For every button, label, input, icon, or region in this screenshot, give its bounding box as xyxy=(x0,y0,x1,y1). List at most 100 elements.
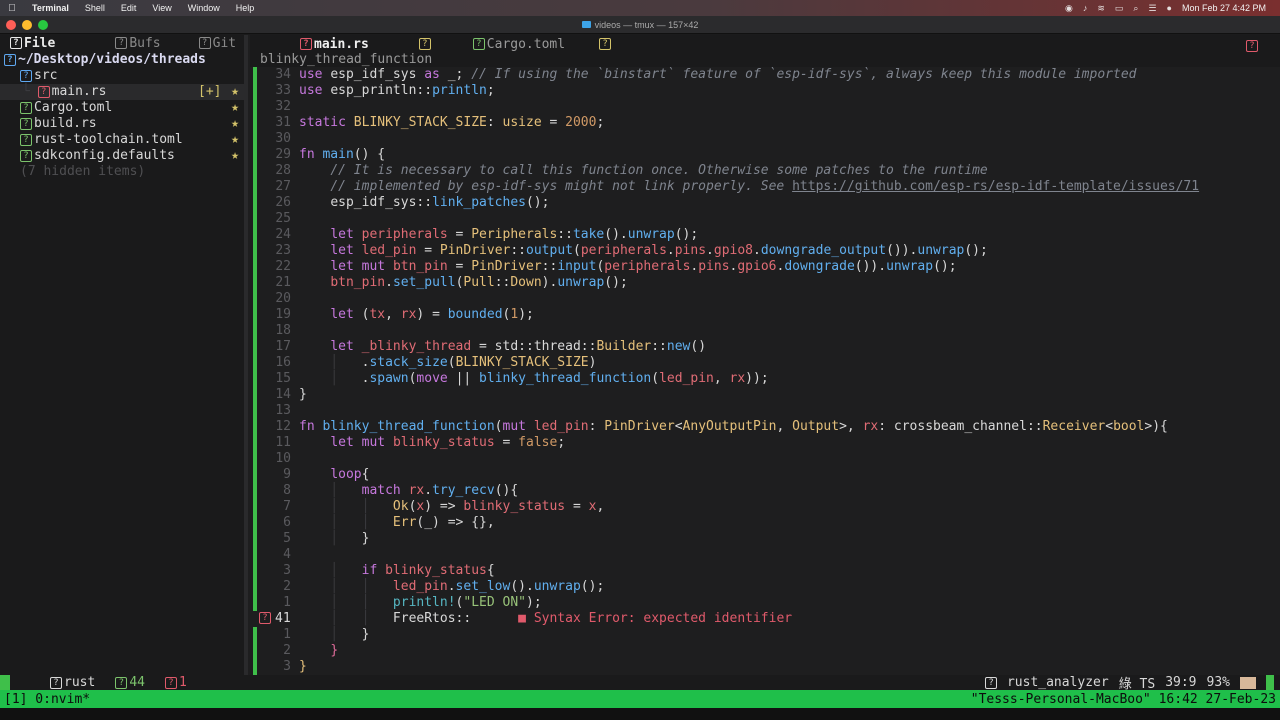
code-line[interactable]: 11 let mut blinky_status = false; xyxy=(250,435,1280,451)
wifi-icon[interactable]: ≋ xyxy=(1097,3,1105,14)
code-line[interactable]: 16 │ .stack_size(BLINKY_STACK_SIZE) xyxy=(250,355,1280,371)
line-content: │ │ Err(_) => {}, xyxy=(299,515,495,530)
code-line[interactable]: 27 // implemented by esp-idf-sys might n… xyxy=(250,179,1280,195)
code-line[interactable]: 34 use esp_idf_sys as _; // If using the … xyxy=(250,67,1280,83)
code-line[interactable]: 31 static BLINKY_STACK_SIZE: usize = 2000… xyxy=(250,115,1280,131)
split-divider[interactable] xyxy=(244,35,248,675)
tree-item-main-rs[interactable]: └ ? main.rs [+] ★ xyxy=(0,84,244,100)
tab-main-rs[interactable]: ? main.rs xyxy=(290,37,379,52)
tab-git[interactable]: ? Git xyxy=(189,36,242,51)
apple-icon[interactable]:  xyxy=(0,3,24,14)
breadcrumb-function[interactable]: blinky_thread_function xyxy=(260,52,432,67)
code-line[interactable]: 29 fn main() { xyxy=(250,147,1280,163)
code-line[interactable]: 1 │ │ println!("LED ON"); xyxy=(250,595,1280,611)
line-content: } xyxy=(330,643,339,658)
code-line[interactable]: 8 │ match rx.try_recv(){ xyxy=(250,483,1280,499)
tab-cargo-toml[interactable]: ? Cargo.toml xyxy=(463,37,575,52)
code-line[interactable]: 3 │ if blinky_status{ xyxy=(250,563,1280,579)
line-gutter: 24 xyxy=(250,227,295,243)
tree-item-sdkconfig[interactable]: ? sdkconfig.defaults ★ xyxy=(0,148,244,164)
code-area[interactable]: 34 use esp_idf_sys as _; // If using the … xyxy=(250,67,1280,675)
code-line[interactable]: 18 xyxy=(250,323,1280,339)
code-line[interactable]: 15 │ .spawn(move || blinky_thread_functi… xyxy=(250,371,1280,387)
code-line[interactable]: 17 let _blinky_thread = std::thread::Bui… xyxy=(250,339,1280,355)
tmux-window-list[interactable]: [1] 0:nvim* xyxy=(4,692,90,707)
line-number: 18 xyxy=(275,323,291,338)
tree-item-src[interactable]: ? src xyxy=(0,68,244,84)
code-line[interactable]: 9 loop{ xyxy=(250,467,1280,483)
code-line[interactable]: 33 use esp_println::println; xyxy=(250,83,1280,99)
code-line[interactable]: 14} xyxy=(250,387,1280,403)
diagnostic-message: ■ Syntax Error: expected identifier xyxy=(518,611,793,626)
line-gutter: 4 xyxy=(250,547,295,563)
code-line[interactable]: 22 let mut btn_pin = PinDriver::input(pe… xyxy=(250,259,1280,275)
code-line[interactable]: 21 btn_pin.set_pull(Pull::Down).unwrap()… xyxy=(250,275,1280,291)
code-line[interactable]: 20 xyxy=(250,291,1280,307)
line-content: fn main() { xyxy=(299,147,386,162)
line-gutter: 5 xyxy=(250,531,295,547)
menu-app-name[interactable]: Terminal xyxy=(24,3,77,13)
tab-file[interactable]: ? File xyxy=(0,36,61,51)
code-line[interactable]: 2 } xyxy=(250,643,1280,659)
siri-icon[interactable]: ● xyxy=(1167,3,1172,13)
line-gutter: 22 xyxy=(250,259,295,275)
close-window-button[interactable] xyxy=(6,20,16,30)
tab-close-main-rs[interactable]: ? xyxy=(409,37,443,52)
line-content: } xyxy=(299,659,307,674)
line-number: 15 xyxy=(275,371,291,386)
code-line[interactable]: 13 xyxy=(250,403,1280,419)
code-line[interactable]: 28 // It is necessary to call this funct… xyxy=(250,163,1280,179)
code-line[interactable]: 1 │ } xyxy=(250,627,1280,643)
minimize-window-button[interactable] xyxy=(22,20,32,30)
lsp-status[interactable]: ? rust_analyzer xyxy=(985,675,1109,690)
tree-item-build-rs[interactable]: ? build.rs ★ xyxy=(0,116,244,132)
audio-icon[interactable]: ♪ xyxy=(1083,3,1088,13)
modified-marker: [+] xyxy=(198,84,222,99)
code-line[interactable]: 12 fn blinky_thread_function(mut led_pin:… xyxy=(250,419,1280,435)
config-file-icon: ? xyxy=(20,149,32,162)
folder-icon: ? xyxy=(20,69,32,82)
code-line[interactable]: 32 xyxy=(250,99,1280,115)
hidden-items-note[interactable]: (7 hidden items) xyxy=(0,164,244,180)
tab-bufs[interactable]: ? Bufs xyxy=(105,36,166,51)
code-line[interactable]: 23 let led_pin = PinDriver::output(perip… xyxy=(250,243,1280,259)
menu-view[interactable]: View xyxy=(144,3,179,13)
code-line[interactable]: 7 │ │ Ok(x) => blinky_status = x, xyxy=(250,499,1280,515)
code-line[interactable]: 10 xyxy=(250,451,1280,467)
bottom-edge xyxy=(0,708,1280,720)
line-gutter: 2 xyxy=(250,579,295,595)
menubar-clock[interactable]: Mon Feb 27 4:42 PM xyxy=(1182,3,1266,13)
line-gutter: 12 xyxy=(250,419,295,435)
menu-shell[interactable]: Shell xyxy=(77,3,113,13)
code-line[interactable]: 4 xyxy=(250,547,1280,563)
error-count[interactable]: ? 1 xyxy=(164,675,187,690)
code-line-error[interactable]: ? 41 │ │ FreeRtos:: ■ Syntax Error: expec… xyxy=(250,611,1280,627)
tree-item-rust-toolchain[interactable]: ? rust-toolchain.toml ★ xyxy=(0,132,244,148)
warning-count[interactable]: ? 44 xyxy=(115,675,145,690)
tab-close-cargo-toml[interactable]: ? xyxy=(589,37,623,52)
screen-record-icon[interactable]: ◉ xyxy=(1065,3,1073,14)
traffic-lights xyxy=(6,20,48,30)
tree-root[interactable]: ? ~/Desktop/videos/threads xyxy=(0,52,244,68)
git-status-icon: ★ xyxy=(231,132,239,147)
search-icon[interactable]: ⌕ xyxy=(1133,3,1138,14)
menu-help[interactable]: Help xyxy=(228,3,263,13)
battery-icon[interactable]: ▭ xyxy=(1115,3,1124,14)
code-line[interactable]: 24 let peripherals = Peripherals::take()… xyxy=(250,227,1280,243)
code-line[interactable]: 5 │ } xyxy=(250,531,1280,547)
code-line[interactable]: 26 esp_idf_sys::link_patches(); xyxy=(250,195,1280,211)
code-line[interactable]: 25 xyxy=(250,211,1280,227)
code-line[interactable]: 30 xyxy=(250,131,1280,147)
line-gutter: 14 xyxy=(250,387,295,403)
code-line[interactable]: 2 │ │ led_pin.set_low().unwrap(); xyxy=(250,579,1280,595)
error-sign-icon[interactable]: ? xyxy=(259,611,273,627)
line-content xyxy=(295,131,299,147)
menu-window[interactable]: Window xyxy=(180,3,228,13)
menu-edit[interactable]: Edit xyxy=(113,3,145,13)
close-all-buffers-icon[interactable]: ? xyxy=(1246,38,1260,53)
zoom-window-button[interactable] xyxy=(38,20,48,30)
code-line[interactable]: 19 let (tx, rx) = bounded(1); xyxy=(250,307,1280,323)
control-center-icon[interactable]: ☰ xyxy=(1148,3,1156,14)
code-line[interactable]: 6 │ │ Err(_) => {}, xyxy=(250,515,1280,531)
tree-item-cargo-toml[interactable]: ? Cargo.toml ★ xyxy=(0,100,244,116)
